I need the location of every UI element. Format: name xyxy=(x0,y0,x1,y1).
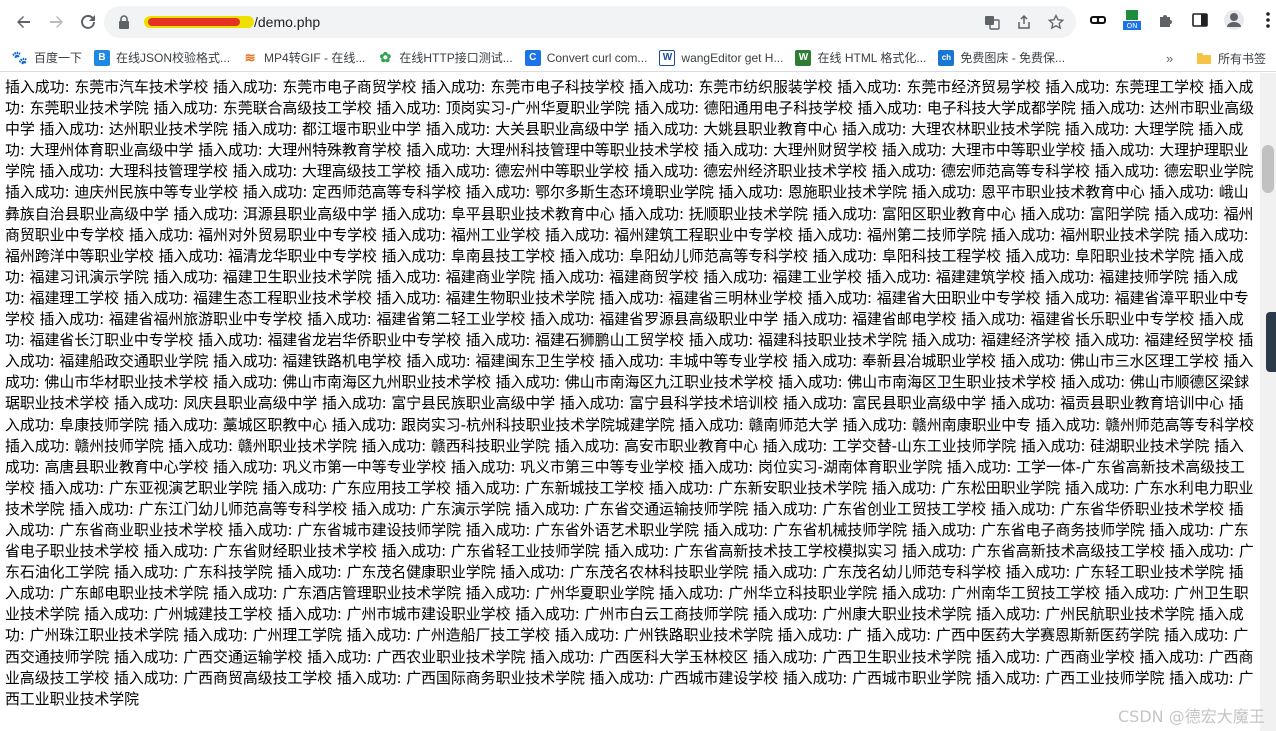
all-bookmarks-folder[interactable]: 所有书签 xyxy=(1190,46,1272,70)
c-letter-icon: C xyxy=(524,49,541,66)
arrow-left-icon xyxy=(17,16,30,28)
bookmark-item[interactable]: W 在线 HTML 格式化... xyxy=(789,46,932,70)
side-panel-icon[interactable] xyxy=(1186,6,1214,34)
scrollbar-thumb[interactable] xyxy=(1262,145,1274,193)
menu-dots-icon[interactable] xyxy=(1254,6,1276,34)
forward-button[interactable] xyxy=(40,6,72,38)
extension-glasses-icon[interactable] xyxy=(1084,6,1112,34)
arrow-right-icon xyxy=(50,16,63,28)
profile-avatar-icon[interactable] xyxy=(1220,6,1248,34)
w-green-icon: W xyxy=(795,49,812,66)
fire-icon: ≋ xyxy=(244,49,256,65)
bookmark-item[interactable]: C Convert curl com... xyxy=(519,46,654,70)
bookmark-item[interactable]: W wangEditor get H... xyxy=(653,46,789,70)
share-icon[interactable] xyxy=(1012,10,1036,34)
extension-on-badge[interactable]: ON xyxy=(1118,6,1146,34)
bookmark-item[interactable]: ch 免费图床 - 免费保... xyxy=(932,46,1071,70)
url-text: /demo.php xyxy=(144,14,320,30)
watermark: CSDN @德宏大魔王 xyxy=(1118,707,1265,726)
bookmark-item[interactable]: ✿ 在线HTTP接口测试... xyxy=(371,46,518,70)
back-button[interactable] xyxy=(8,6,40,38)
bookmarks-bar: 🐾 百度一下 B 在线JSON校验格式... ≋ MP4转GIF - 在线...… xyxy=(0,44,1276,72)
bookmark-star-icon[interactable] xyxy=(1044,10,1068,34)
bookmark-item[interactable]: 🐾 百度一下 xyxy=(6,46,88,70)
folder-icon xyxy=(1196,50,1212,66)
url-path: /demo.php xyxy=(254,14,321,30)
ch-letter-icon: ch xyxy=(938,49,955,66)
redacted-domain xyxy=(144,16,254,28)
bookmark-item[interactable]: B 在线JSON校验格式... xyxy=(88,46,236,70)
page-content: 插入成功: 东莞市汽车技术学校 插入成功: 东莞市电子商贸学校 插入成功: 东莞… xyxy=(0,73,1260,731)
svg-text:ON: ON xyxy=(1127,22,1138,30)
baidu-paw-icon: 🐾 xyxy=(11,49,29,65)
lock-icon xyxy=(116,14,132,30)
address-bar[interactable]: /demo.php xyxy=(104,6,1076,38)
page-scrollbar[interactable] xyxy=(1260,73,1276,731)
insert-log-text: 插入成功: 东莞市汽车技术学校 插入成功: 东莞市电子商贸学校 插入成功: 东莞… xyxy=(5,78,1255,708)
more-bookmarks-button[interactable]: » xyxy=(1160,46,1179,70)
side-widget-tab[interactable] xyxy=(1266,312,1276,372)
w-letter-icon: W xyxy=(659,49,676,66)
b-letter-icon: B xyxy=(94,49,111,66)
browser-toolbar: /demo.php ON xyxy=(0,0,1276,44)
reload-button[interactable] xyxy=(72,6,104,38)
extensions-puzzle-icon[interactable] xyxy=(1152,6,1180,34)
bookmark-item[interactable]: ≋ MP4转GIF - 在线... xyxy=(236,46,371,70)
gear-green-icon: ✿ xyxy=(379,49,392,65)
reload-icon xyxy=(81,14,95,29)
translate-icon[interactable] xyxy=(980,10,1004,34)
